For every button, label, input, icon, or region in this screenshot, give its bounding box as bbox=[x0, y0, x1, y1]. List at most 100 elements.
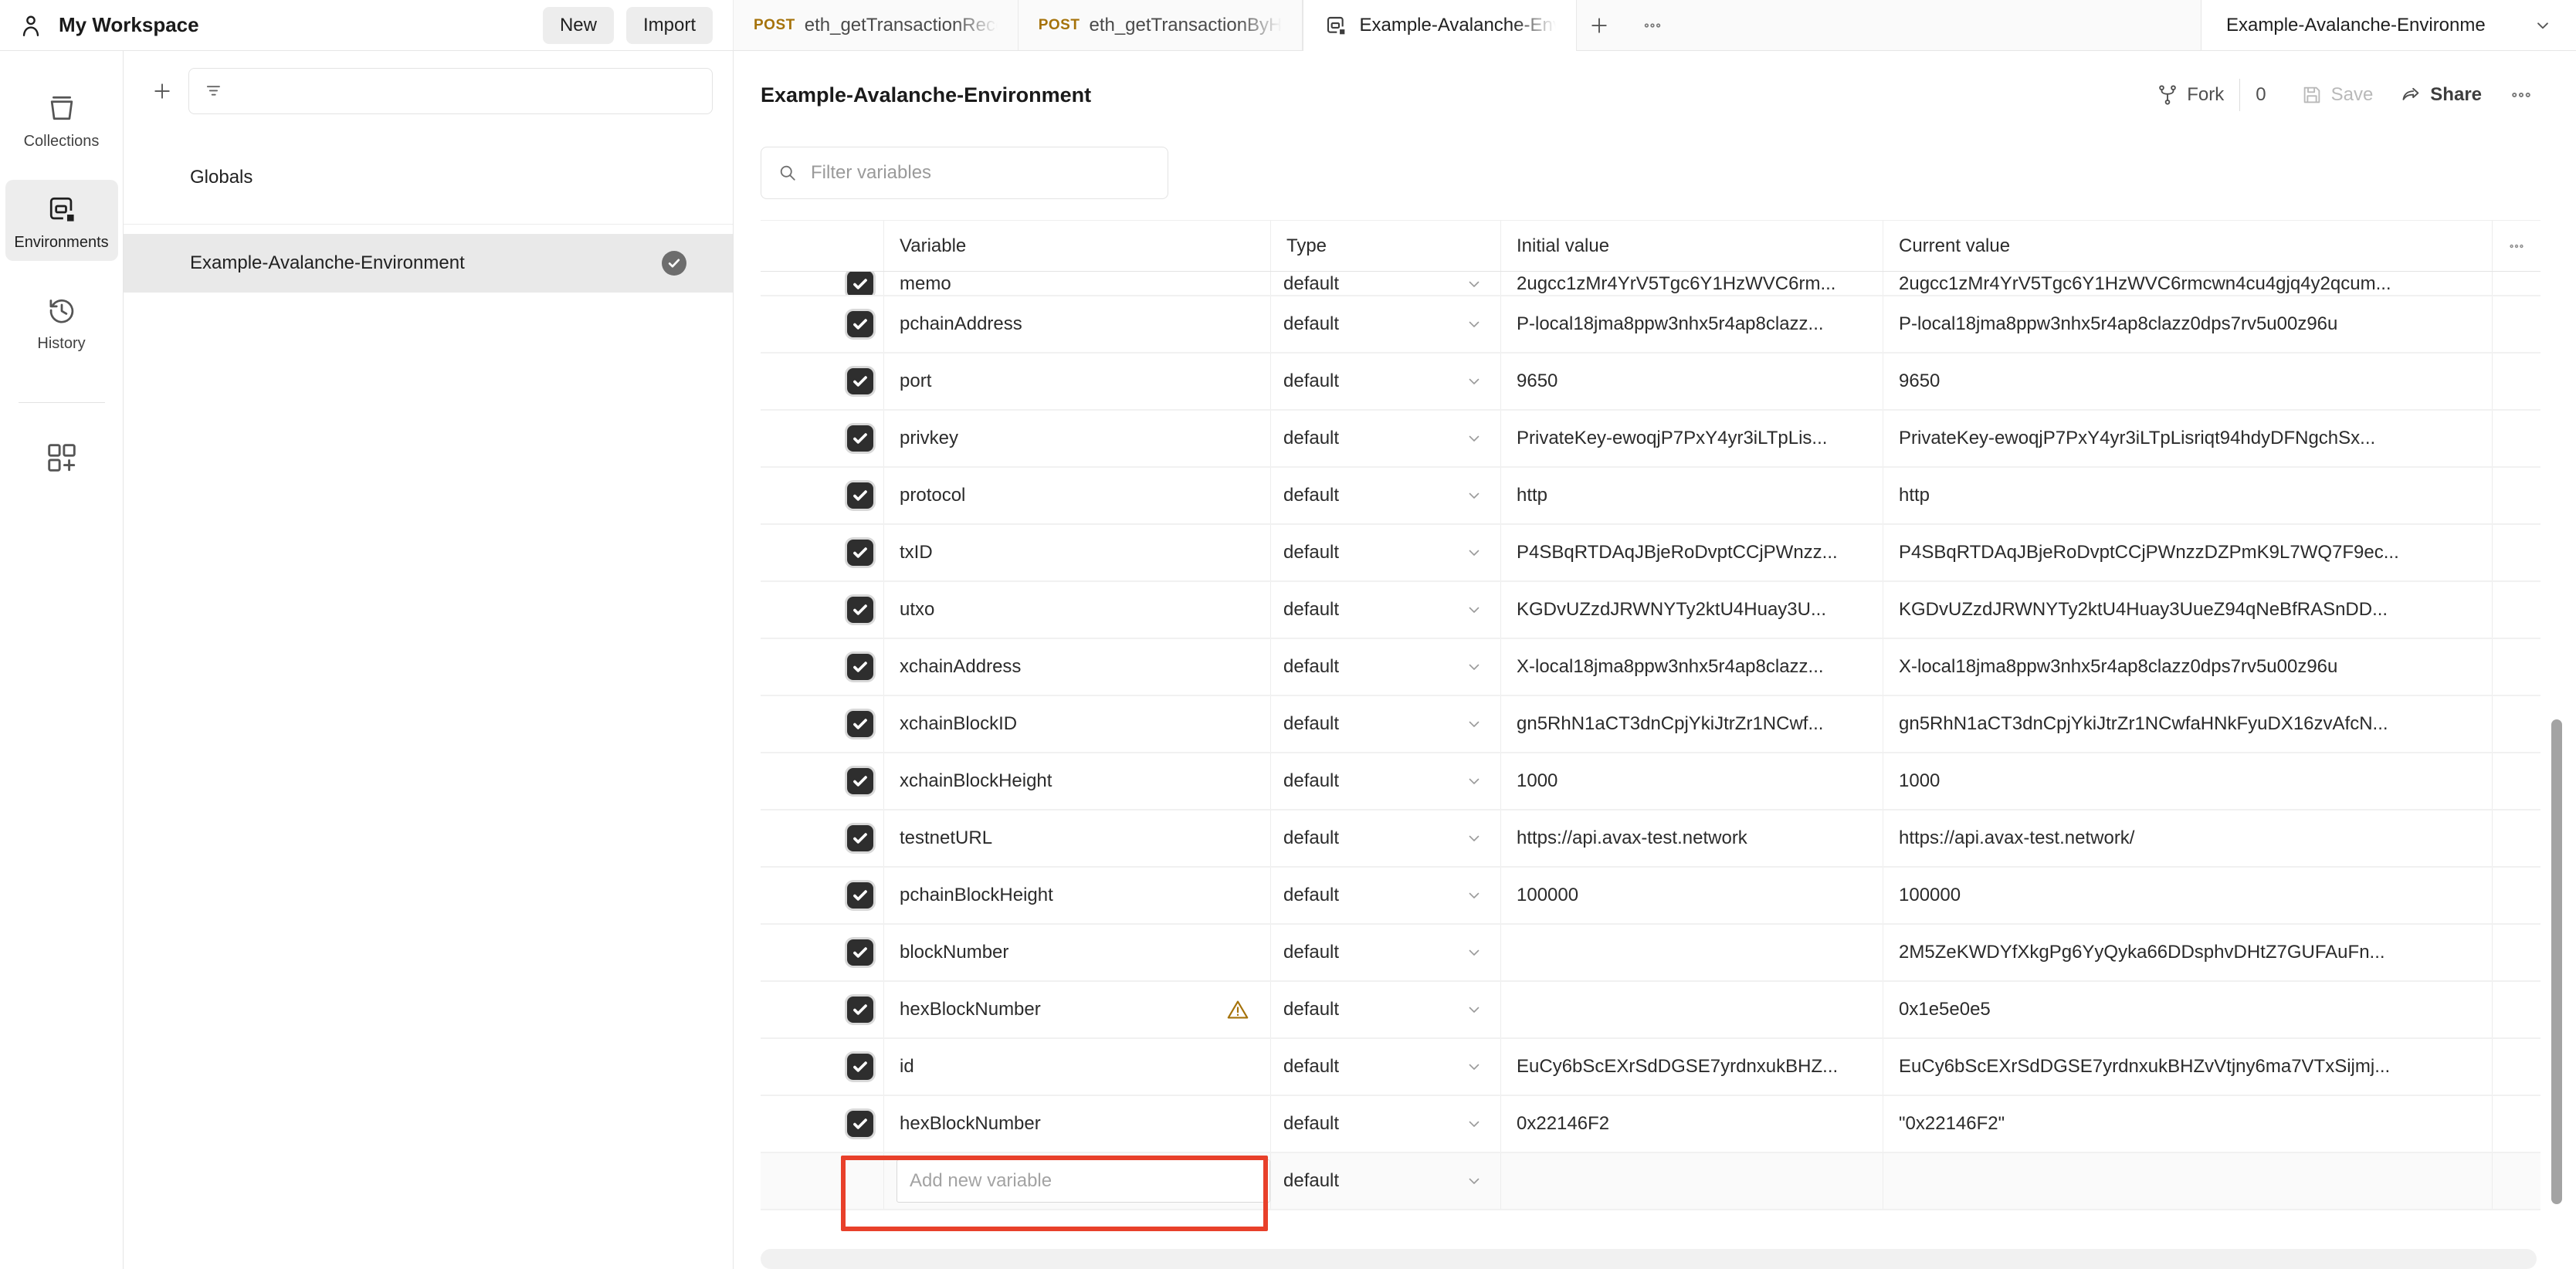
variable-initial-value[interactable]: KGDvUZzdJRWNYTy2ktU4Huay3U... bbox=[1501, 582, 1883, 638]
horizontal-scrollbar[interactable] bbox=[761, 1249, 2537, 1269]
variable-name-cell[interactable]: pchainBlockHeight bbox=[884, 868, 1271, 923]
request-tab[interactable]: POSTeth_getTransactionRece bbox=[734, 0, 1019, 50]
variable-initial-value[interactable]: X-local18jma8ppw3nhx5r4ap8clazz... bbox=[1501, 639, 1883, 695]
workspace-title[interactable]: My Workspace bbox=[59, 13, 199, 37]
variable-type-select[interactable]: default bbox=[1271, 296, 1501, 352]
variable-name-cell[interactable]: hexBlockNumber bbox=[884, 982, 1271, 1037]
variable-name-cell[interactable]: utxo bbox=[884, 582, 1271, 638]
variable-type-select[interactable]: default bbox=[1271, 753, 1501, 809]
variable-initial-value[interactable] bbox=[1501, 925, 1883, 980]
variable-current-value[interactable]: EuCy6bScEXrSdDGSE7yrdnxukBHZvVtjny6ma7VT… bbox=[1883, 1039, 2493, 1095]
variable-name-cell[interactable]: hexBlockNumber bbox=[884, 1096, 1271, 1152]
save-button[interactable]: Save bbox=[2300, 83, 2374, 107]
variable-name-cell[interactable]: protocol bbox=[884, 468, 1271, 523]
variable-current-value[interactable]: P4SBqRTDAqJBjeRoDvptCCjPWnzzDZPmK9L7WQ7F… bbox=[1883, 525, 2493, 580]
fork-button[interactable]: Fork bbox=[2156, 83, 2224, 107]
variable-type-select[interactable]: default bbox=[1271, 696, 1501, 752]
variable-initial-value[interactable]: 0x22146F2 bbox=[1501, 1096, 1883, 1152]
variable-enabled-checkbox[interactable] bbox=[847, 1054, 873, 1080]
import-button[interactable]: Import bbox=[626, 7, 713, 44]
variable-current-value[interactable]: 2ugcc1zMr4YrV5Tgc6Y1HzWVC6rmcwn4cu4gjq4y… bbox=[1883, 272, 2493, 296]
variable-initial-value[interactable]: P-local18jma8ppw3nhx5r4ap8clazz... bbox=[1501, 296, 1883, 352]
variable-current-value[interactable]: gn5RhN1aCT3dnCpjYkiJtrZr1NCwfaHNkFyuDX16… bbox=[1883, 696, 2493, 752]
variable-enabled-checkbox[interactable] bbox=[847, 654, 873, 680]
rail-item-history[interactable]: History bbox=[5, 281, 118, 362]
variable-enabled-checkbox[interactable] bbox=[847, 272, 873, 296]
variable-enabled-checkbox[interactable] bbox=[847, 425, 873, 452]
tab-overflow-button[interactable] bbox=[1622, 0, 1683, 50]
variable-name-cell[interactable]: xchainAddress bbox=[884, 639, 1271, 695]
variable-current-value[interactable]: KGDvUZzdJRWNYTy2ktU4Huay3UueZ94qNeBfRASn… bbox=[1883, 582, 2493, 638]
variable-name-cell[interactable]: xchainBlockID bbox=[884, 696, 1271, 752]
variable-name-cell[interactable]: testnetURL bbox=[884, 810, 1271, 866]
variable-type-select[interactable]: default bbox=[1271, 582, 1501, 638]
variable-enabled-checkbox[interactable] bbox=[847, 997, 873, 1023]
variable-initial-value[interactable] bbox=[1501, 982, 1883, 1037]
rail-item-collections[interactable]: Collections bbox=[5, 79, 118, 160]
variable-enabled-checkbox[interactable] bbox=[847, 1111, 873, 1137]
variable-current-value[interactable]: 2M5ZeKWDYfXkgPg6YyQyka66DDsphvDHtZ7GUFAu… bbox=[1883, 925, 2493, 980]
rail-item-environments[interactable]: Environments bbox=[5, 180, 118, 261]
variable-initial-value[interactable]: 100000 bbox=[1501, 868, 1883, 923]
variable-name-cell[interactable]: blockNumber bbox=[884, 925, 1271, 980]
sidebar-filter-input[interactable] bbox=[237, 80, 698, 102]
variable-type-select[interactable]: default bbox=[1271, 354, 1501, 409]
variable-current-value[interactable]: http bbox=[1883, 468, 2493, 523]
variable-name-cell[interactable]: xchainBlockHeight bbox=[884, 753, 1271, 809]
variable-enabled-checkbox[interactable] bbox=[847, 368, 873, 394]
variable-current-value[interactable]: P-local18jma8ppw3nhx5r4ap8clazz0dps7rv5u… bbox=[1883, 296, 2493, 352]
share-button[interactable]: Share bbox=[2399, 83, 2482, 107]
environment-tab[interactable]: Example-Avalanche-Envi bbox=[1303, 0, 1577, 51]
variable-type-select[interactable]: default bbox=[1271, 1153, 1501, 1209]
request-tab[interactable]: POSTeth_getTransactionByHa bbox=[1019, 0, 1303, 50]
variable-enabled-checkbox[interactable] bbox=[847, 482, 873, 509]
variable-name-cell[interactable]: id bbox=[884, 1039, 1271, 1095]
variable-initial-value[interactable]: EuCy6bScEXrSdDGSE7yrdnxukBHZ... bbox=[1501, 1039, 1883, 1095]
variable-current-value[interactable]: 100000 bbox=[1883, 868, 2493, 923]
add-environment-button[interactable] bbox=[145, 74, 179, 108]
more-actions-button[interactable] bbox=[2510, 83, 2533, 107]
add-new-variable-input[interactable] bbox=[897, 1159, 1270, 1203]
variable-current-value[interactable] bbox=[1883, 1153, 2493, 1209]
variable-current-value[interactable]: 1000 bbox=[1883, 753, 2493, 809]
variable-enabled-checkbox[interactable] bbox=[847, 711, 873, 737]
environment-list-item[interactable]: Example-Avalanche-Environment bbox=[124, 234, 733, 293]
fork-count[interactable]: 0 bbox=[2256, 84, 2266, 106]
variable-initial-value[interactable]: 1000 bbox=[1501, 753, 1883, 809]
variable-type-select[interactable]: default bbox=[1271, 525, 1501, 580]
variable-initial-value[interactable]: 2ugcc1zMr4YrV5Tgc6Y1HzWVC6rm... bbox=[1501, 272, 1883, 296]
variable-type-select[interactable]: default bbox=[1271, 925, 1501, 980]
variable-type-select[interactable]: default bbox=[1271, 868, 1501, 923]
variable-name-cell[interactable]: memo bbox=[884, 272, 1271, 296]
filter-variables-box[interactable] bbox=[761, 147, 1168, 199]
environment-selector[interactable]: Example-Avalanche-Environme bbox=[2201, 0, 2576, 50]
variable-enabled-checkbox[interactable] bbox=[847, 597, 873, 623]
variable-type-select[interactable]: default bbox=[1271, 1096, 1501, 1152]
variable-name-cell[interactable]: txID bbox=[884, 525, 1271, 580]
variable-initial-value[interactable]: 9650 bbox=[1501, 354, 1883, 409]
variable-enabled-checkbox[interactable] bbox=[847, 939, 873, 966]
variable-name-cell[interactable]: port bbox=[884, 354, 1271, 409]
variable-name-cell[interactable]: privkey bbox=[884, 411, 1271, 466]
variable-enabled-checkbox[interactable] bbox=[847, 540, 873, 566]
variable-current-value[interactable]: PrivateKey-ewoqjP7PxY4yr3iLTpLisriqt94hd… bbox=[1883, 411, 2493, 466]
variable-initial-value[interactable]: http bbox=[1501, 468, 1883, 523]
variable-type-select[interactable]: default bbox=[1271, 272, 1501, 296]
variable-initial-value[interactable]: P4SBqRTDAqJBjeRoDvptCCjPWnzz... bbox=[1501, 525, 1883, 580]
variable-type-select[interactable]: default bbox=[1271, 639, 1501, 695]
variable-type-select[interactable]: default bbox=[1271, 982, 1501, 1037]
variable-current-value[interactable]: 0x1e5e0e5 bbox=[1883, 982, 2493, 1037]
variable-type-select[interactable]: default bbox=[1271, 411, 1501, 466]
variable-enabled-checkbox[interactable] bbox=[847, 882, 873, 909]
variable-initial-value[interactable]: PrivateKey-ewoqjP7PxY4yr3iLTpLis... bbox=[1501, 411, 1883, 466]
column-options-button[interactable] bbox=[2493, 221, 2540, 271]
filter-variables-input[interactable] bbox=[811, 162, 1152, 184]
variable-initial-value[interactable] bbox=[1501, 1153, 1883, 1209]
variable-current-value[interactable]: https://api.avax-test.network/ bbox=[1883, 810, 2493, 866]
variable-current-value[interactable]: X-local18jma8ppw3nhx5r4ap8clazz0dps7rv5u… bbox=[1883, 639, 2493, 695]
variable-type-select[interactable]: default bbox=[1271, 810, 1501, 866]
variable-name-cell[interactable] bbox=[884, 1153, 1271, 1209]
vertical-scrollbar[interactable] bbox=[2551, 719, 2562, 1204]
variable-initial-value[interactable]: https://api.avax-test.network bbox=[1501, 810, 1883, 866]
variable-enabled-checkbox[interactable] bbox=[847, 311, 873, 337]
